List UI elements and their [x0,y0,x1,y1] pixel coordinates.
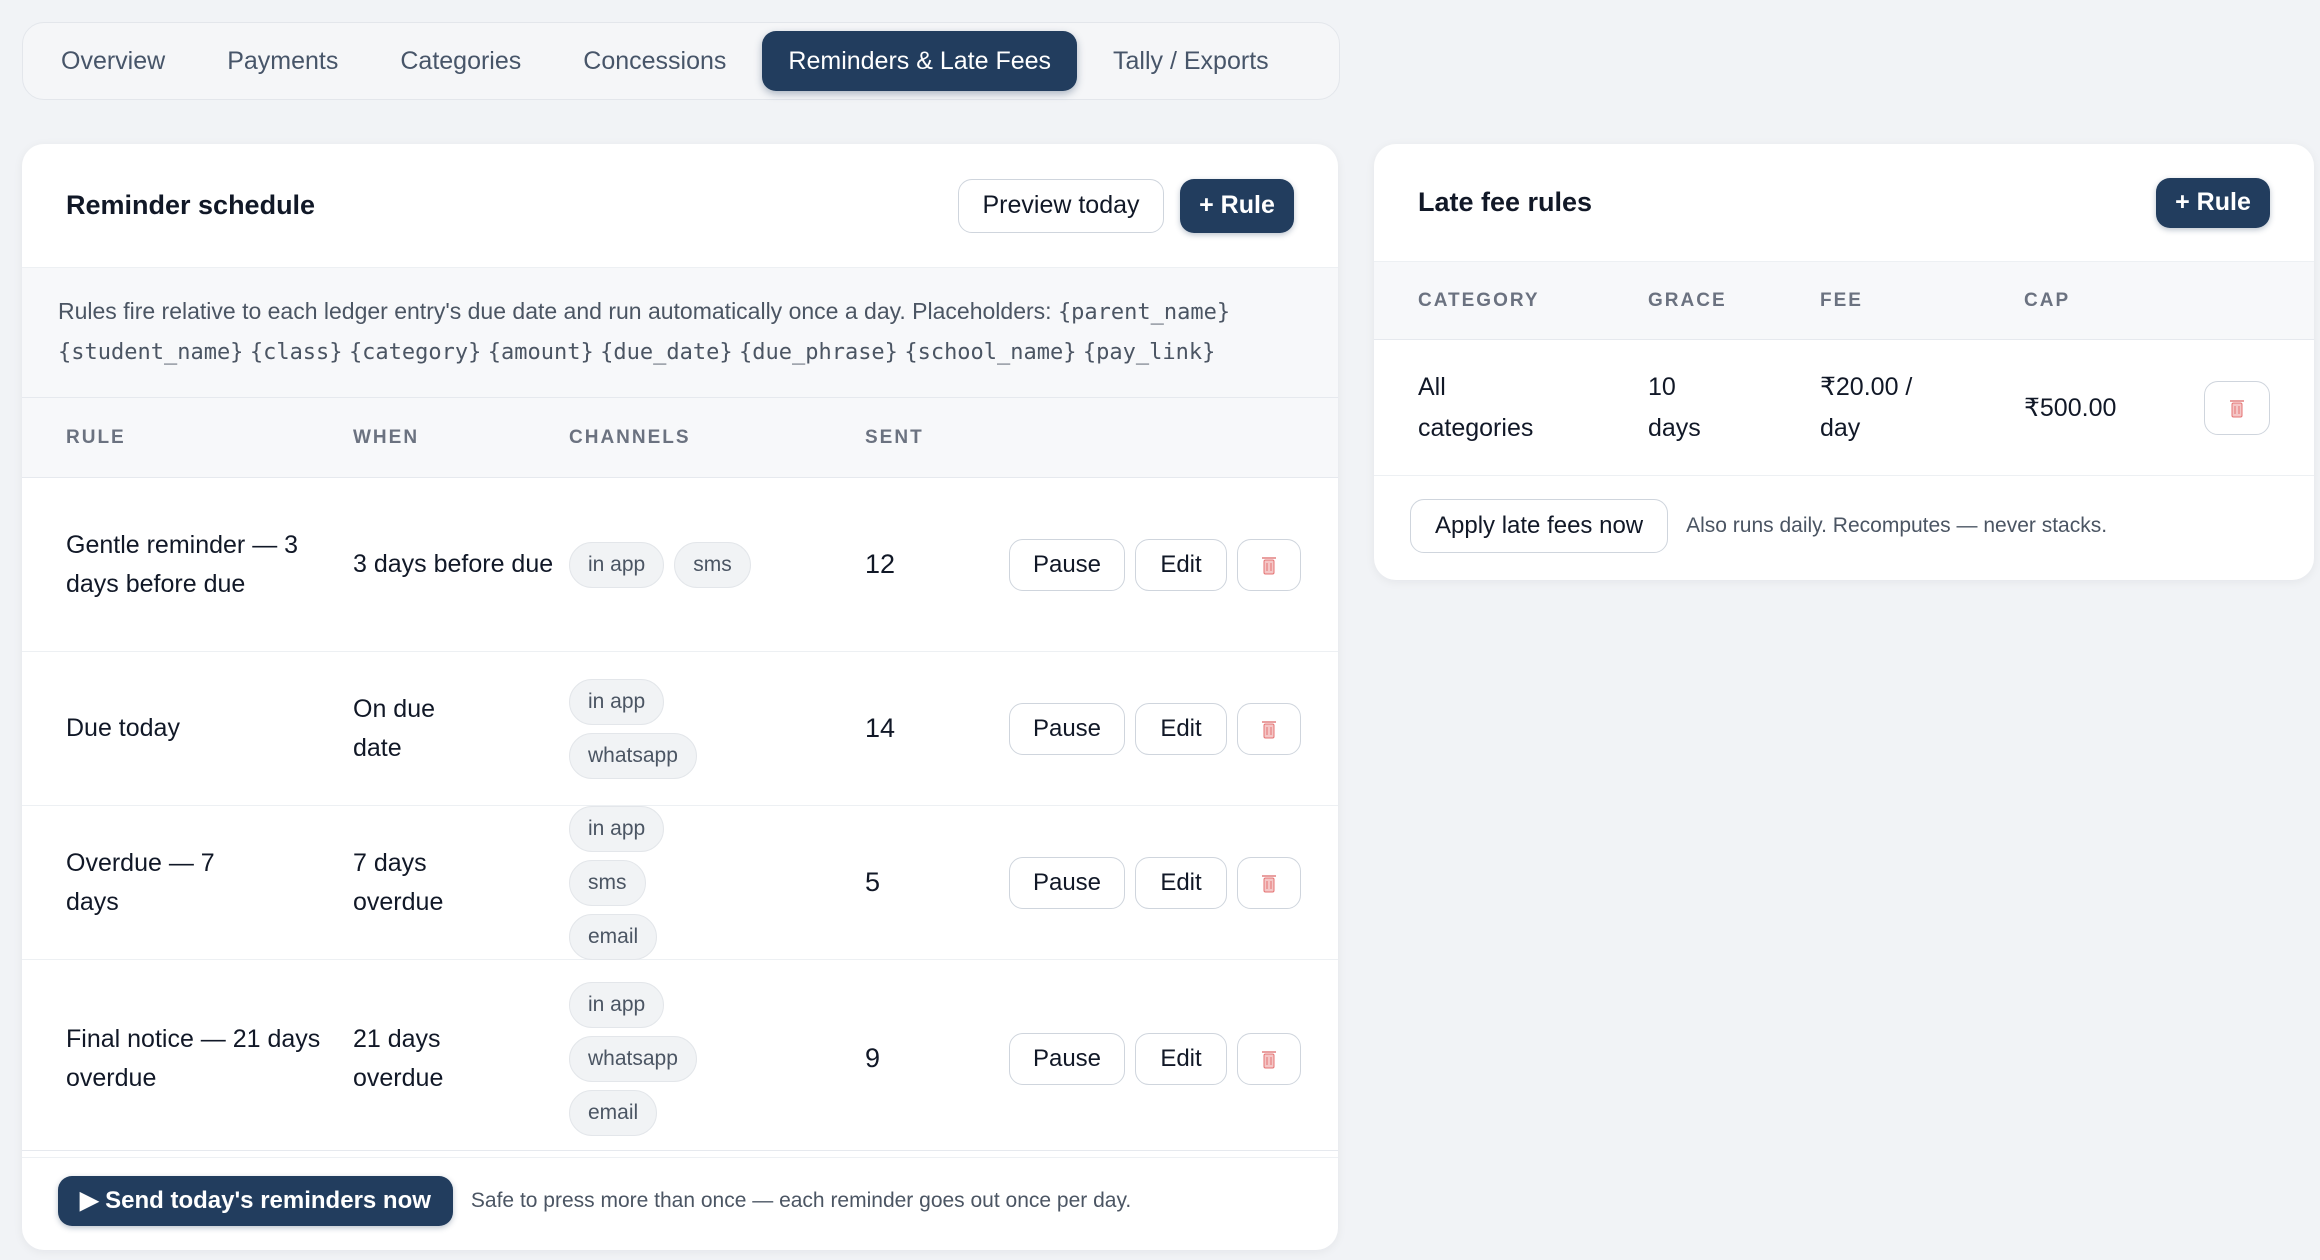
add-reminder-rule-button[interactable]: + Rule [1180,178,1294,233]
col-when: WHEN [353,426,420,448]
edit-button[interactable]: Edit [1135,856,1227,909]
delete-button[interactable] [1237,538,1301,591]
rule-name: Gentle reminder — 3 days before due [66,530,299,598]
rule-when: 21 days overdue [353,1024,444,1092]
placeholder-token: {due_phrase} [738,340,898,365]
tab-payments[interactable]: Payments [201,31,364,91]
late-fee-rules-title: Late fee rules [1418,187,1593,217]
send-reminders-now-button[interactable]: ▶ Send today's reminders now [58,1175,453,1226]
rule-channels: in app sms email [569,805,865,960]
preview-today-button[interactable]: Preview today [958,178,1164,233]
rule-sent-count: 14 [865,713,896,743]
delete-late-fee-button[interactable] [2204,380,2270,435]
trash-icon [1262,1050,1276,1068]
late-fee-cap: ₹500.00 [2024,393,2117,422]
late-fee-footer: Apply late fees now Also runs daily. Rec… [1374,476,2314,576]
tab-categories[interactable]: Categories [374,31,547,91]
placeholder-token: {class} [249,340,343,365]
col-grace: GRACE [1648,289,1727,311]
edit-button[interactable]: Edit [1135,702,1227,755]
rule-sent-count: 9 [865,1043,881,1073]
tab-reminders-late-fees[interactable]: Reminders & Late Fees [762,31,1078,91]
late-fee-grace: 10 days [1648,372,1701,442]
channel-chip: sms [569,859,646,906]
tab-bar: Overview Payments Categories Concessions… [22,22,1340,100]
pause-button[interactable]: Pause [1009,856,1125,909]
rule-name: Due today [66,714,180,742]
channel-chip: in app [569,678,665,725]
channel-chip: whatsapp [569,1035,697,1082]
late-fee-category: All categories [1418,372,1534,442]
trash-icon [1262,874,1276,892]
edit-button[interactable]: Edit [1135,538,1227,591]
table-row: Due today On due date in app whatsapp 14… [22,652,1338,806]
trash-icon [1262,556,1276,574]
channel-chip: in app [569,981,665,1028]
late-fee-rules-card: Late fee rules + Rule CATEGORY GRACE FEE… [1374,144,2314,580]
rule-channels: in app whatsapp [569,678,865,779]
send-note: Safe to press more than once — each remi… [470,1188,1132,1212]
rule-sent-count: 5 [865,867,881,897]
reminder-schedule-card: Reminder schedule Preview today + Rule R… [22,144,1338,1250]
col-cap: CAP [2024,289,2071,311]
tab-overview[interactable]: Overview [35,31,191,91]
channel-chip: sms [674,541,751,588]
rule-name: Final notice — 21 days overdue [66,1024,321,1092]
placeholder-token: {amount} [487,340,594,365]
rule-when: 3 days before due [353,550,554,578]
tab-concessions[interactable]: Concessions [557,31,752,91]
col-fee: FEE [1820,289,1863,311]
edit-button[interactable]: Edit [1135,1032,1227,1085]
placeholder-token: {school_name} [904,340,1077,365]
placeholder-token: {student_name} [58,340,244,365]
tab-tally-exports[interactable]: Tally / Exports [1087,31,1295,91]
trash-icon [1262,720,1276,738]
late-fee-table-header: CATEGORY GRACE FEE CAP [1374,262,2314,340]
table-row: Overdue — 7 days 7 days overdue in app s… [22,805,1338,960]
reminder-footer: ▶ Send today's reminders now Safe to pre… [22,1150,1338,1250]
reminder-table-header: RULE WHEN CHANNELS SENT [22,398,1338,478]
reminder-card-header: Reminder schedule Preview today + Rule [22,144,1338,268]
placeholder-token: {pay_link} [1082,340,1216,365]
pause-button[interactable]: Pause [1009,538,1125,591]
delete-button[interactable] [1237,1032,1301,1085]
col-channels: CHANNELS [569,426,691,448]
trash-icon [2230,399,2244,417]
placeholder-token: {parent_name} [1057,300,1231,325]
channel-chip: in app [569,805,665,852]
reminder-schedule-title: Reminder schedule [66,190,316,220]
channel-chip: in app [569,541,665,588]
table-row: Final notice — 21 days overdue 21 days o… [22,960,1338,1158]
rule-when: On due date [353,694,436,762]
late-fee-amount: ₹20.00 / day [1820,372,1913,442]
pause-button[interactable]: Pause [1009,702,1125,755]
info-text: Rules fire relative to each ledger entry… [58,298,1052,324]
placeholder-token: {due_date} [600,340,733,365]
apply-late-fees-button[interactable]: Apply late fees now [1410,499,1669,553]
add-late-fee-rule-button[interactable]: + Rule [2156,177,2270,228]
table-row: Gentle reminder — 3 days before due 3 da… [22,478,1338,652]
placeholder-token: {category} [348,340,482,365]
delete-button[interactable] [1237,702,1301,755]
rule-when: 7 days overdue [353,848,444,916]
channel-chip: whatsapp [569,732,697,779]
col-category: CATEGORY [1418,289,1540,311]
table-row: All categories 10 days ₹20.00 / day ₹500… [1374,340,2314,476]
col-rule: RULE [66,426,126,448]
col-sent: SENT [865,426,924,448]
apply-note: Also runs daily. Recomputes — never stac… [1686,514,2108,537]
rule-sent-count: 12 [865,549,896,579]
rule-channels: in app sms [569,541,865,588]
channel-chip: email [569,1089,658,1136]
channel-chip: email [569,913,658,960]
late-fee-card-header: Late fee rules + Rule [1374,144,2314,262]
placeholder-info: Rules fire relative to each ledger entry… [22,268,1338,398]
rule-channels: in app whatsapp email [569,981,865,1136]
pause-button[interactable]: Pause [1009,1032,1125,1085]
rule-name: Overdue — 7 days [66,848,215,916]
delete-button[interactable] [1237,856,1301,909]
